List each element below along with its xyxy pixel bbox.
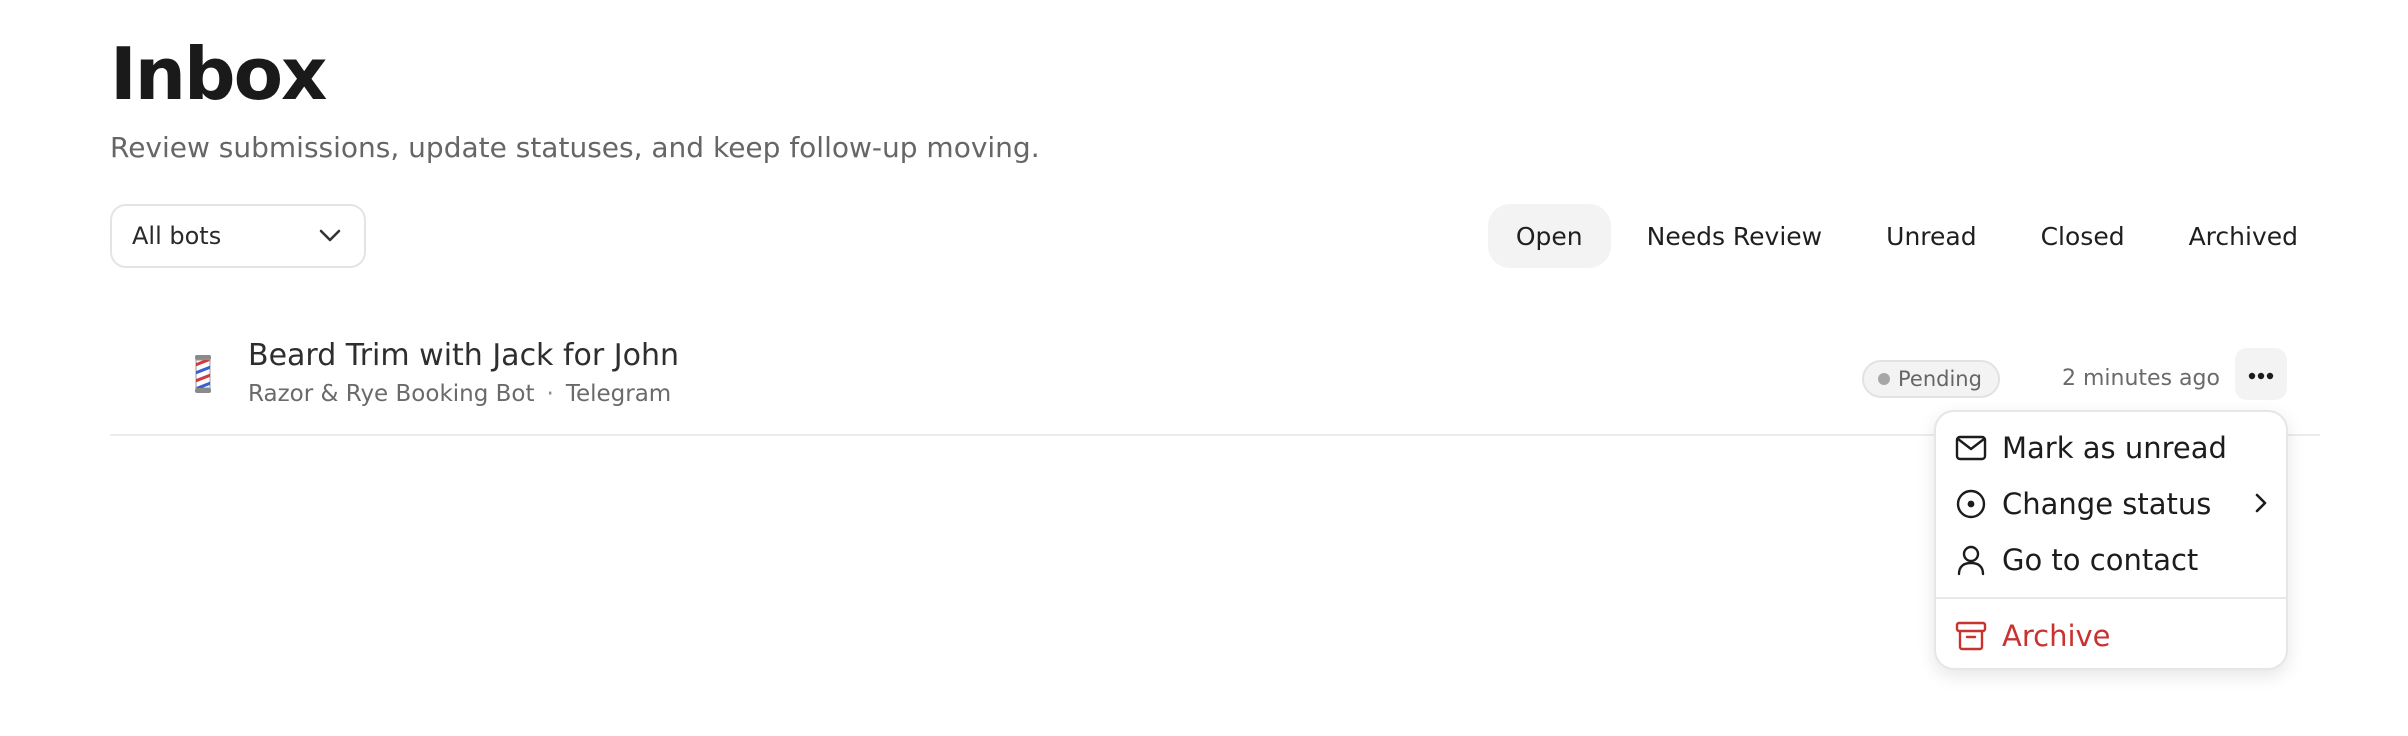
menu-item-label: Change status [2002,487,2212,521]
bot-filter-select[interactable]: All bots [110,204,366,268]
status-badge: Pending [1862,360,2000,398]
barber-pole-icon [188,354,218,394]
status-circle-icon [1954,487,1988,521]
submission-channel: Telegram [565,381,672,407]
tab-needs-review[interactable]: Needs Review [1619,204,1851,268]
page-subtitle: Review submissions, update statuses, and… [110,131,1040,164]
status-label: Pending [1898,367,1982,391]
tab-unread[interactable]: Unread [1858,204,2004,268]
archive-icon [1954,619,1988,653]
menu-item-go-to-contact[interactable]: Go to contact [1936,532,2286,588]
inbox-page: Inbox Review submissions, update statuse… [0,0,2408,736]
menu-item-mark-unread[interactable]: Mark as unread [1936,420,2286,476]
menu-divider [1936,597,2286,599]
menu-item-change-status[interactable]: Change status [1936,476,2286,532]
bot-filter-value: All bots [132,222,222,250]
menu-item-label: Archive [2002,619,2111,653]
row-actions-button[interactable] [2235,348,2287,400]
submission-title: Beard Trim with Jack for John [248,338,679,373]
tab-closed[interactable]: Closed [2013,204,2153,268]
status-tabs: Open Needs Review Unread Closed Archived [1487,204,2326,268]
chevron-right-icon [2254,487,2268,521]
submission-bot: Razor & Rye Booking Bot [248,381,535,407]
menu-item-archive[interactable]: Archive [1936,608,2286,664]
submission-meta: Razor & Rye Booking Bot · Telegram [248,378,671,410]
tab-archived[interactable]: Archived [2161,204,2326,268]
submission-time: 2 minutes ago [2062,366,2220,391]
more-horizontal-icon [2248,365,2274,384]
page-title: Inbox [110,32,327,116]
mail-icon [1954,431,1988,465]
tab-open[interactable]: Open [1487,204,1611,268]
row-actions-menu: Mark as unread Change status Go to conta… [1934,410,2288,670]
meta-separator: · [546,381,554,407]
menu-item-label: Go to contact [2002,543,2199,577]
chevron-down-icon [316,222,344,250]
user-icon [1954,543,1988,577]
status-dot-icon [1878,373,1890,385]
menu-item-label: Mark as unread [2002,431,2227,465]
